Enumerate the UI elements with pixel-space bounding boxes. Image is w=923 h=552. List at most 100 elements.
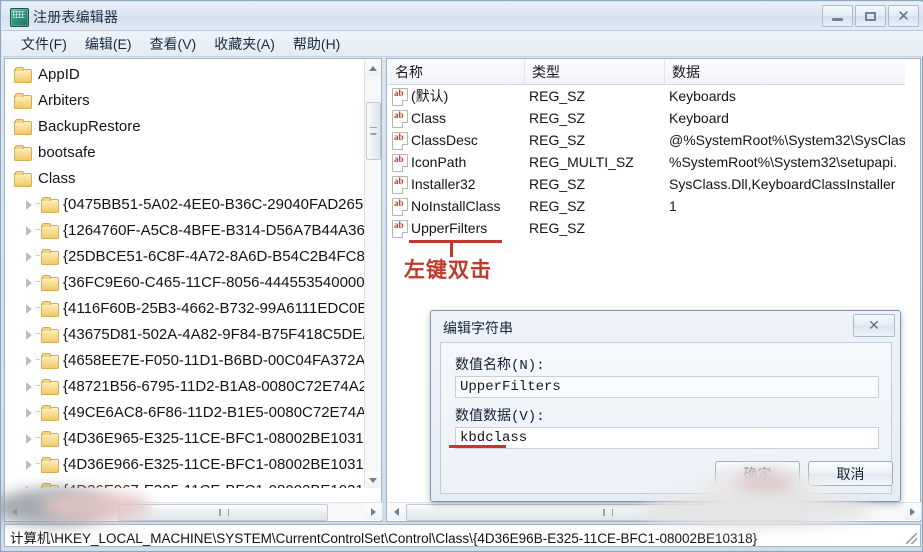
cancel-button[interactable]: 取消: [808, 461, 893, 486]
tree-item[interactable]: AppID: [6, 62, 365, 88]
scroll-left-icon[interactable]: [6, 503, 23, 520]
scroll-down-icon[interactable]: [365, 472, 380, 488]
dialog-close-button[interactable]: ✕: [853, 314, 895, 337]
value-scroll-left-icon[interactable]: [388, 503, 405, 520]
tree-item[interactable]: {25DBCE51-6C8F-4A72-8A6D-B54C2B4FC835}: [6, 244, 365, 270]
value-row[interactable]: Class REG_SZ Keyboard: [388, 107, 905, 129]
value-row[interactable]: IconPath REG_MULTI_SZ %SystemRoot%\System3…: [388, 151, 905, 173]
tree-item[interactable]: {48721B56-6795-11D2-B1A8-0080C72E74A2: [6, 374, 365, 400]
expand-arrow-icon[interactable]: [24, 486, 34, 488]
data-value-underline: [449, 445, 506, 448]
window-controls: ✕: [820, 5, 919, 27]
title-bar: 注册表编辑器 ✕: [2, 2, 923, 31]
tree-item[interactable]: {1264760F-A5C8-4BFE-B314-D56A7B44A362}: [6, 218, 365, 244]
menu-favorites[interactable]: 收藏夹(A): [205, 32, 284, 56]
value-scroll-right-icon[interactable]: [904, 503, 921, 520]
registry-editor-icon: [10, 8, 29, 27]
scroll-up-icon[interactable]: [365, 60, 380, 76]
tree-item[interactable]: {4D36E965-E325-11CE-BFC1-08002BE10318}: [6, 426, 365, 452]
value-data: SysClass.Dll,KeyboardClassInstaller: [669, 176, 896, 192]
tree-item[interactable]: Class: [6, 166, 365, 192]
menu-file[interactable]: 文件(F): [12, 32, 76, 56]
tree-item-label: {1264760F-A5C8-4BFE-B314-D56A7B44A362}: [63, 222, 365, 239]
value-name: Class: [411, 110, 447, 126]
value-data-input[interactable]: [455, 427, 879, 449]
value-row[interactable]: UpperFilters REG_SZ: [388, 217, 905, 239]
column-header-type[interactable]: 类型: [525, 60, 665, 84]
menu-view[interactable]: 查看(V): [141, 32, 206, 56]
expand-arrow-icon[interactable]: [24, 200, 34, 210]
close-button[interactable]: ✕: [888, 5, 919, 27]
value-type: REG_SZ: [529, 198, 586, 214]
tree-item[interactable]: {49CE6AC8-6F86-11D2-B1E5-0080C72E74A2}: [6, 400, 365, 426]
current-key-path: 计算机\HKEY_LOCAL_MACHINE\SYSTEM\CurrentCon…: [10, 531, 758, 546]
tree-hscroll-thumb[interactable]: [118, 504, 328, 521]
value-type: REG_SZ: [529, 132, 586, 148]
value-data: %SystemRoot%\System32\setupapi.: [669, 154, 897, 170]
registry-tree[interactable]: AppID Arbiters BackupRestore bootsafe Class {…: [6, 60, 365, 488]
status-bar: 计算机\HKEY_LOCAL_MACHINE\SYSTEM\CurrentCon…: [4, 524, 921, 547]
tree-item[interactable]: {4D36E966-E325-11CE-BFC1-08002BE10318}: [6, 452, 365, 478]
expand-arrow-icon[interactable]: [24, 408, 34, 418]
value-type: REG_SZ: [529, 176, 586, 192]
value-name: (默认): [411, 88, 449, 104]
tree-item-label: BackupRestore: [38, 118, 141, 135]
tree-item-label: {36FC9E60-C465-11CF-8056-444553540000}: [63, 274, 365, 291]
tree-item-label: {0475BB51-5A02-4EE0-B36C-29040FAD2650}: [63, 196, 365, 213]
column-header-data[interactable]: 数据: [665, 60, 905, 84]
value-name: IconPath: [411, 154, 467, 170]
string-value-icon: [392, 132, 408, 150]
menu-edit[interactable]: 编辑(E): [76, 32, 141, 56]
tree-item[interactable]: {4D36E967-E325-11CE-BFC1-08002BE10318}: [6, 478, 365, 488]
tree-item[interactable]: {4658EE7E-F050-11D1-B6BD-00C04FA372A7}: [6, 348, 365, 374]
tree-item[interactable]: {43675D81-502A-4A82-9F84-B75F418C5DEA: [6, 322, 365, 348]
ok-button[interactable]: 确定: [715, 461, 800, 486]
value-data: 1: [669, 198, 677, 214]
tree-item-label: {4658EE7E-F050-11D1-B6BD-00C04FA372A7}: [63, 352, 365, 369]
tree-scroll-thumb[interactable]: [366, 102, 381, 160]
tree-horizontal-scrollbar[interactable]: [6, 502, 382, 521]
value-row[interactable]: ClassDesc REG_SZ @%SystemRoot%\System32\Sy…: [388, 129, 905, 151]
minimize-button[interactable]: [822, 5, 853, 27]
tree-item[interactable]: bootsafe: [6, 140, 365, 166]
maximize-button[interactable]: [855, 5, 886, 27]
menu-bar: 文件(F) 编辑(E) 查看(V) 收藏夹(A) 帮助(H): [2, 31, 923, 57]
folder-icon: [14, 119, 32, 135]
expand-arrow-icon[interactable]: [24, 330, 34, 340]
window-frame: 注册表编辑器 ✕ 文件(F) 编辑(E) 查看(V) 收藏夹(A) 帮助(H): [0, 0, 923, 552]
folder-icon: [41, 483, 59, 488]
value-data-label: 数值数据(V):: [455, 409, 545, 425]
expand-arrow-icon[interactable]: [24, 356, 34, 366]
tree-item[interactable]: Arbiters: [6, 88, 365, 114]
expand-arrow-icon[interactable]: [24, 460, 34, 470]
value-name: Installer32: [411, 176, 476, 192]
value-row[interactable]: Installer32 REG_SZ SysClass.Dll,KeyboardCl…: [388, 173, 905, 195]
tree-item[interactable]: {4116F60B-25B3-4662-B732-99A6111EDC0B}: [6, 296, 365, 322]
value-row[interactable]: NoInstallClass REG_SZ 1: [388, 195, 905, 217]
folder-icon: [41, 457, 59, 473]
column-header-name[interactable]: 名称: [388, 60, 525, 84]
menu-help[interactable]: 帮助(H): [284, 32, 349, 56]
expand-arrow-icon[interactable]: [24, 382, 34, 392]
expand-arrow-icon[interactable]: [24, 226, 34, 236]
value-name-input[interactable]: [455, 376, 879, 398]
tree-item[interactable]: BackupRestore: [6, 114, 365, 140]
tree-item-label: {4D36E965-E325-11CE-BFC1-08002BE10318}: [63, 430, 365, 447]
expand-arrow-icon[interactable]: [24, 252, 34, 262]
tree-item-label: bootsafe: [38, 144, 96, 161]
value-hscroll-thumb[interactable]: [406, 504, 808, 521]
value-row[interactable]: (默认) REG_SZ Keyboards: [388, 85, 905, 107]
expand-arrow-icon[interactable]: [24, 434, 34, 444]
scroll-right-icon[interactable]: [365, 503, 382, 520]
folder-icon: [41, 379, 59, 395]
folder-icon: [41, 353, 59, 369]
tree-vertical-scrollbar[interactable]: [364, 60, 381, 488]
expand-arrow-icon[interactable]: [24, 278, 34, 288]
expand-arrow-icon[interactable]: [24, 304, 34, 314]
value-list-horizontal-scrollbar[interactable]: [388, 502, 921, 521]
tree-item[interactable]: {36FC9E60-C465-11CF-8056-444553540000}: [6, 270, 365, 296]
tree-item-label: {4D36E966-E325-11CE-BFC1-08002BE10318}: [63, 456, 365, 473]
tree-item[interactable]: {0475BB51-5A02-4EE0-B36C-29040FAD2650}: [6, 192, 365, 218]
resize-grip-icon[interactable]: [906, 533, 917, 544]
value-type: REG_SZ: [529, 110, 586, 126]
